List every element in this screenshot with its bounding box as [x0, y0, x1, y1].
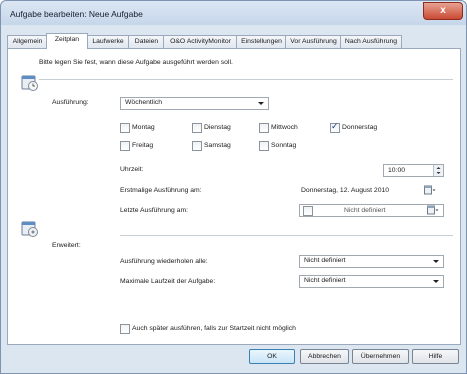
checkbox-mittwoch[interactable] [259, 123, 269, 133]
schedule-icon [21, 75, 38, 91]
label-donnerstag: Donnerstag [342, 124, 378, 131]
max-runtime-select-value: Nicht definiert [304, 277, 346, 284]
time-value: 10:00 [388, 167, 406, 174]
calendar-dropdown-icon[interactable] [424, 185, 436, 196]
execution-select[interactable]: Wöchentlich [120, 97, 269, 110]
checkbox-sonntag[interactable] [259, 141, 269, 151]
checkbox-montag[interactable] [120, 123, 130, 133]
label-samstag: Samstag [204, 142, 231, 149]
first-run-value: Donnerstag, 12. August 2010 [301, 187, 390, 194]
advanced-label: Erweitert: [52, 242, 81, 249]
last-run-field[interactable]: Nicht definiert [299, 204, 444, 217]
run-later-checkbox[interactable] [120, 324, 130, 334]
cancel-button[interactable]: Abbrechen [300, 349, 349, 364]
time-label: Uhrzeit: [120, 166, 144, 173]
help-button[interactable]: Hilfe [412, 349, 459, 364]
execution-label: Ausführung: [52, 99, 89, 106]
last-run-checkbox[interactable] [303, 206, 313, 216]
schedule-intro-text: Bitte legen Sie fest, wann diese Aufgabe… [39, 59, 233, 66]
first-run-label: Erstmalige Ausführung am: [120, 187, 202, 194]
tab-nach-ausfuehrung[interactable]: Nach Ausführung [340, 35, 402, 48]
tab-activitymonitor[interactable]: O&O ActivityMonitor [163, 35, 238, 48]
label-sonntag: Sonntag [271, 142, 297, 149]
checkbox-donnerstag[interactable] [330, 121, 340, 133]
tab-laufwerke[interactable]: Laufwerke [86, 35, 130, 48]
label-mittwoch: Mittwoch [271, 124, 298, 131]
repeat-select-value: Nicht definiert [304, 257, 346, 264]
label-freitag: Freitag [132, 142, 154, 149]
ok-button[interactable]: OK [249, 349, 295, 364]
repeat-select[interactable]: Nicht definiert [299, 255, 444, 268]
tab-panel-zeitplan: Bitte legen Sie fest, wann diese Aufgabe… [7, 48, 461, 345]
repeat-label: Ausführung wiederholen alle: [120, 258, 208, 265]
checkbox-dienstag[interactable] [192, 123, 202, 133]
chevron-down-icon [258, 102, 264, 105]
chevron-down-icon [433, 280, 439, 283]
calendar-dropdown-icon[interactable] [427, 205, 439, 216]
last-run-value: Nicht definiert [344, 207, 386, 214]
tab-zeitplan[interactable]: Zeitplan [46, 33, 88, 49]
tab-einstellungen[interactable]: Einstellungen [236, 35, 287, 48]
divider [39, 79, 453, 80]
checkbox-freitag[interactable] [120, 141, 130, 151]
apply-button[interactable]: Übernehmen [352, 349, 409, 364]
max-runtime-select[interactable]: Nicht definiert [299, 275, 444, 288]
advanced-settings-icon [21, 221, 38, 237]
run-later-label: Auch später ausführen, falls zur Startze… [132, 325, 296, 332]
tab-allgemein[interactable]: Allgemein [7, 35, 48, 48]
spinner-arrows-icon [436, 167, 441, 174]
tab-vor-ausfuehrung[interactable]: Vor Ausführung [285, 35, 342, 48]
title-bar: Aufgabe bearbeiten: Neue Aufgabe x [1, 1, 466, 25]
time-spinner[interactable] [433, 165, 443, 176]
divider [120, 235, 453, 236]
window-title: Aufgabe bearbeiten: Neue Aufgabe [10, 9, 143, 19]
max-runtime-label: Maximale Laufzeit der Aufgabe: [120, 278, 216, 285]
chevron-down-icon [433, 260, 439, 263]
label-montag: Montag [132, 124, 155, 131]
tab-dateien[interactable]: Dateien [128, 35, 165, 48]
checkbox-samstag[interactable] [192, 141, 202, 151]
time-input[interactable]: 10:00 [383, 164, 444, 177]
dialog-window: Aufgabe bearbeiten: Neue Aufgabe x Allge… [0, 0, 467, 374]
close-button[interactable]: x [423, 2, 463, 20]
close-icon: x [440, 5, 446, 16]
label-dienstag: Dienstag [204, 124, 231, 131]
execution-select-value: Wöchentlich [125, 99, 163, 106]
last-run-label: Letzte Ausführung am: [120, 207, 189, 214]
